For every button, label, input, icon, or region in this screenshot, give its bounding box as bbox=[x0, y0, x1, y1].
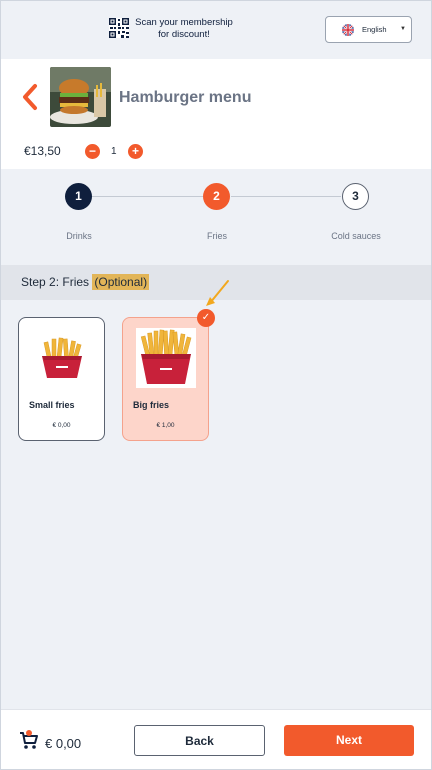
optional-badge: (Optional) bbox=[92, 274, 150, 290]
uk-flag-icon bbox=[342, 24, 354, 36]
step-2-label: Fries bbox=[207, 231, 227, 241]
product-header: Hamburger menu €13,50 − 1 + bbox=[1, 59, 431, 169]
step-1-label: Drinks bbox=[66, 231, 92, 241]
progress-stepper: 1 2 3 Drinks Fries Cold sauces bbox=[1, 169, 431, 265]
big-fries-image bbox=[136, 328, 196, 388]
step-connector bbox=[231, 196, 341, 197]
option-name: Big fries bbox=[133, 400, 170, 410]
step-2-circle[interactable]: 2 bbox=[203, 183, 230, 210]
decrease-quantity-button[interactable]: − bbox=[85, 144, 100, 159]
quantity-value: 1 bbox=[111, 146, 117, 157]
option-card-small-fries[interactable]: Small fries € 0,00 bbox=[18, 317, 105, 441]
option-card-big-fries[interactable]: Big fries € 1,00 bbox=[122, 317, 209, 441]
option-price: € 1,00 bbox=[156, 422, 175, 429]
step-1-circle[interactable]: 1 bbox=[65, 183, 92, 210]
qr-code-icon[interactable] bbox=[109, 18, 129, 38]
step-connector bbox=[92, 196, 203, 197]
increase-quantity-button[interactable]: + bbox=[128, 144, 143, 159]
step-3-circle[interactable]: 3 bbox=[342, 183, 369, 210]
bottom-bar: € 0,00 Back Next bbox=[1, 709, 431, 769]
step-header-text: Step 2: Fries (Optional) bbox=[21, 274, 150, 290]
small-fries-image bbox=[32, 328, 92, 388]
chevron-left-icon[interactable] bbox=[21, 83, 39, 111]
annotation-arrow-icon bbox=[206, 280, 229, 306]
product-title: Hamburger menu bbox=[119, 89, 252, 106]
language-label: English bbox=[362, 25, 387, 34]
cart-total: € 0,00 bbox=[45, 736, 82, 751]
app-frame: Scan your membership for discount! Engli… bbox=[0, 0, 432, 770]
option-price: € 0,00 bbox=[52, 422, 71, 429]
selected-check-icon: ✓ bbox=[197, 309, 215, 327]
product-price: €13,50 bbox=[24, 144, 61, 158]
hamburger-image bbox=[50, 67, 111, 127]
scan-membership-text: Scan your membership for discount! bbox=[135, 17, 233, 40]
caret-down-icon: ▼ bbox=[400, 26, 406, 32]
step-3-label: Cold sauces bbox=[331, 231, 381, 241]
option-name: Small fries bbox=[29, 400, 75, 410]
top-bar: Scan your membership for discount! Engli… bbox=[1, 1, 431, 59]
language-select[interactable]: English ▼ bbox=[325, 16, 412, 43]
next-button[interactable]: Next bbox=[284, 725, 414, 756]
step-title: Step 2: Fries bbox=[21, 275, 90, 289]
cart-icon[interactable] bbox=[19, 730, 39, 750]
back-button[interactable]: Back bbox=[134, 725, 265, 756]
